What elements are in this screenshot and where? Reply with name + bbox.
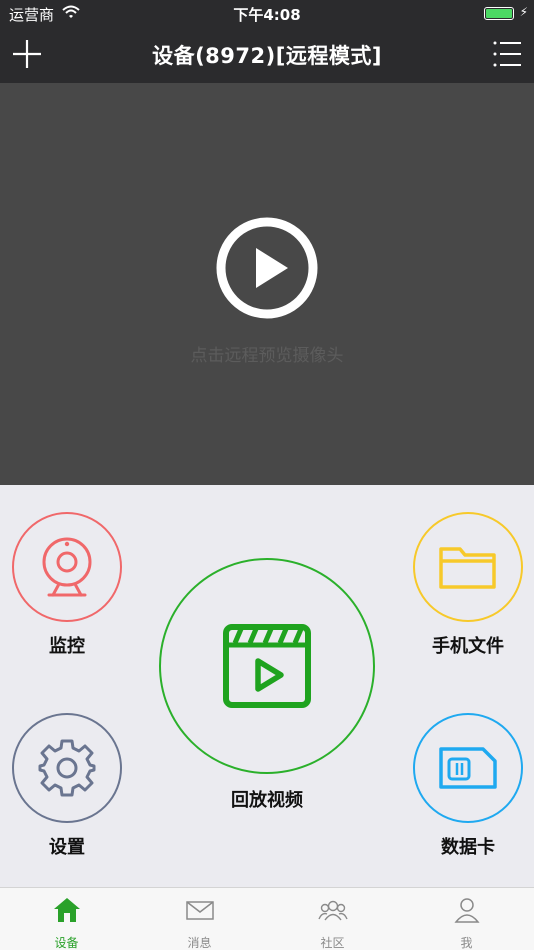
battery-icon xyxy=(484,7,514,20)
home-icon xyxy=(53,898,80,922)
nav-bar: 设备(8972)[远程模式] xyxy=(0,27,534,83)
data-card-label: 数据卡 xyxy=(441,837,495,858)
mail-icon xyxy=(185,901,214,920)
page-title: 设备(8972)[远程模式] xyxy=(152,44,382,68)
tab-label: 消息 xyxy=(187,936,212,950)
tab-label: 社区 xyxy=(320,936,345,950)
settings-button[interactable]: 设置 xyxy=(12,713,122,858)
phone-files-label: 手机文件 xyxy=(432,636,504,657)
tab-label: 设备 xyxy=(54,936,79,950)
data-card-button[interactable]: 数据卡 xyxy=(413,713,523,858)
tab-community[interactable]: 社区 xyxy=(266,888,399,950)
menu-button[interactable] xyxy=(490,37,524,71)
gear-icon xyxy=(38,739,96,797)
play-circle-icon xyxy=(216,217,318,319)
status-bar: 运营商 下午4:08 ⚡ xyxy=(0,0,534,27)
data-card-circle xyxy=(413,713,523,823)
tab-me[interactable]: 我 xyxy=(400,888,533,950)
video-clip-icon xyxy=(223,624,311,708)
play-button[interactable] xyxy=(215,216,319,320)
preview-hint: 点击远程预览摄像头 xyxy=(190,346,344,366)
playback-button[interactable]: 回放视频 xyxy=(159,558,375,811)
tab-device[interactable]: 设备 xyxy=(0,888,133,950)
charging-icon: ⚡ xyxy=(519,5,528,19)
community-icon xyxy=(317,900,348,921)
sd-card-icon xyxy=(439,747,497,789)
phone-files-button[interactable]: 手机文件 xyxy=(413,512,523,657)
playback-circle xyxy=(159,558,375,774)
list-menu-icon xyxy=(493,41,521,67)
phone-files-circle xyxy=(413,512,523,622)
monitor-button[interactable]: 监控 xyxy=(12,512,122,657)
monitor-circle xyxy=(12,512,122,622)
status-time: 下午4:08 xyxy=(233,6,301,24)
settings-circle xyxy=(12,713,122,823)
tab-label: 我 xyxy=(460,936,473,950)
tab-bar: 设备 消息 社区 我 xyxy=(0,887,534,950)
function-panel: 监控 手机文件 回放视频 设置 数据卡 xyxy=(0,485,534,887)
monitor-label: 监控 xyxy=(49,636,85,657)
person-icon xyxy=(453,898,480,923)
video-preview[interactable]: 点击远程预览摄像头 xyxy=(0,83,534,485)
playback-label: 回放视频 xyxy=(231,790,303,811)
folder-icon xyxy=(439,547,496,589)
settings-label: 设置 xyxy=(49,837,85,858)
tab-messages[interactable]: 消息 xyxy=(133,888,266,950)
webcam-icon xyxy=(42,537,92,597)
